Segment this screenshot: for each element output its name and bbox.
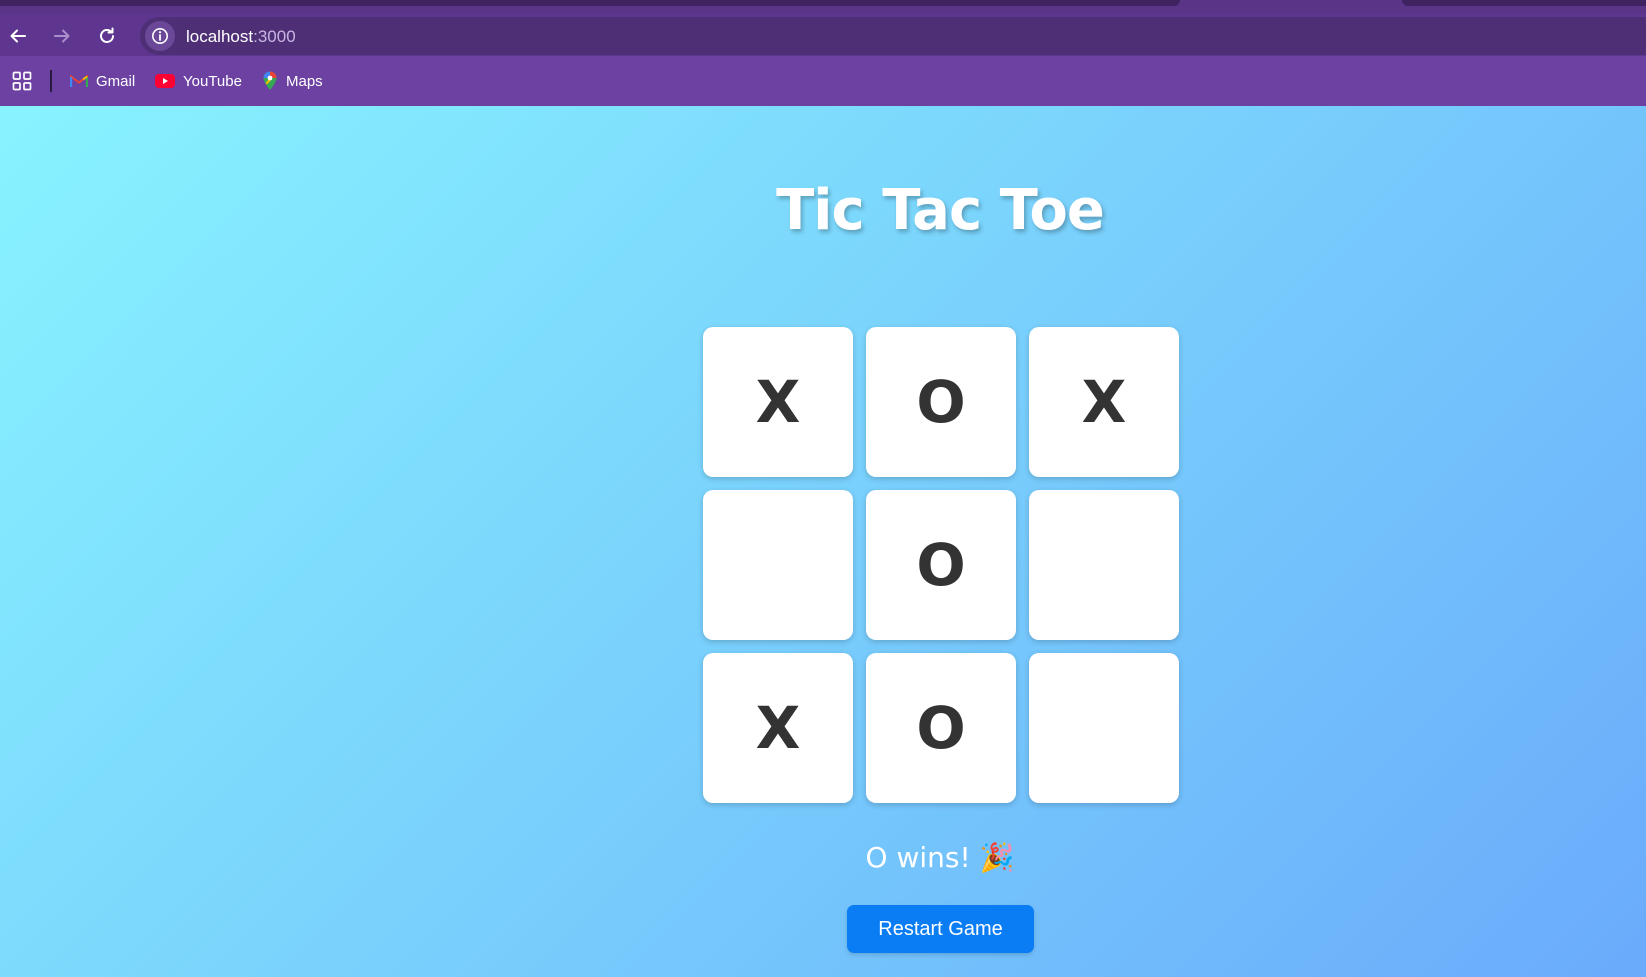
active-tab-edge[interactable] bbox=[0, 0, 1180, 6]
bookmark-gmail[interactable]: Gmail bbox=[70, 70, 135, 92]
bookmark-maps-label: Maps bbox=[286, 72, 323, 90]
bookmark-youtube-label: YouTube bbox=[183, 72, 242, 90]
game-status: O wins! 🎉 bbox=[865, 841, 1015, 874]
board-cell-2[interactable]: O bbox=[866, 327, 1016, 477]
url-port: :3000 bbox=[253, 27, 296, 46]
board-cell-4[interactable] bbox=[703, 490, 853, 640]
bookmarks-bar: Gmail YouTube Maps bbox=[0, 56, 1646, 106]
url-host: localhost bbox=[186, 27, 254, 46]
tab-strip bbox=[0, 0, 1646, 14]
address-bar[interactable]: localhost:3000 bbox=[140, 17, 1646, 55]
gmail-icon bbox=[70, 74, 88, 87]
browser-window: localhost:3000 Gmail YouTube Maps Tic Ta… bbox=[0, 0, 1646, 977]
back-button[interactable] bbox=[2, 20, 34, 52]
tab-edge-right[interactable] bbox=[1402, 0, 1646, 6]
bookmark-maps[interactable]: Maps bbox=[262, 70, 323, 92]
board-cell-5[interactable]: O bbox=[866, 490, 1016, 640]
maps-icon bbox=[263, 71, 277, 90]
forward-arrow-icon bbox=[54, 29, 70, 43]
youtube-icon bbox=[155, 74, 175, 88]
bookmark-gmail-label: Gmail bbox=[96, 72, 136, 90]
browser-toolbar: localhost:3000 bbox=[0, 14, 1646, 56]
back-arrow-icon bbox=[10, 29, 26, 43]
forward-button[interactable] bbox=[46, 20, 78, 52]
reload-button[interactable] bbox=[91, 20, 123, 52]
bookmarks-separator bbox=[50, 70, 52, 92]
board-cell-6[interactable] bbox=[1029, 490, 1179, 640]
info-icon bbox=[152, 28, 168, 44]
site-info-button[interactable] bbox=[145, 21, 175, 51]
url-text[interactable]: localhost:3000 bbox=[186, 27, 296, 47]
reload-icon bbox=[100, 27, 114, 43]
restart-game-button[interactable]: Restart Game bbox=[847, 905, 1034, 953]
board-cell-3[interactable]: X bbox=[1029, 327, 1179, 477]
page-content: Tic Tac Toe X O X O X O O wins! 🎉 Restar… bbox=[0, 106, 1646, 977]
board-cell-9[interactable] bbox=[1029, 653, 1179, 803]
game-board: X O X O X O bbox=[703, 327, 1179, 803]
bookmark-youtube[interactable]: YouTube bbox=[155, 70, 242, 92]
board-cell-7[interactable]: X bbox=[703, 653, 853, 803]
game-title: Tic Tac Toe bbox=[776, 178, 1105, 243]
board-cell-1[interactable]: X bbox=[703, 327, 853, 477]
board-cell-8[interactable]: O bbox=[866, 653, 1016, 803]
apps-grid-icon[interactable] bbox=[12, 71, 32, 91]
